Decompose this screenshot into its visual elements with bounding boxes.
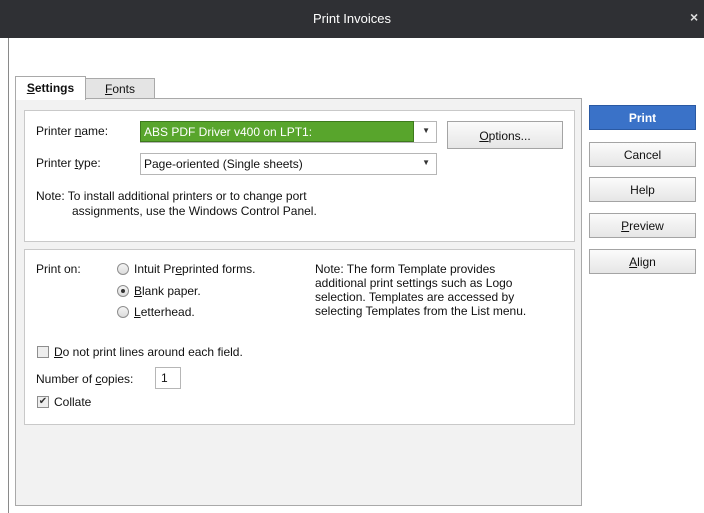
help-button[interactable]: Help	[589, 177, 696, 202]
printer-note-line1: Note: To install additional printers or …	[36, 189, 307, 203]
printer-type-label: Printer type:	[36, 156, 101, 170]
options-button[interactable]: Options...	[447, 121, 563, 149]
no-lines-label: Do not print lines around each field.	[54, 345, 243, 359]
print-on-group: Print on: Intuit Preprinted forms. Blank…	[24, 249, 575, 425]
cancel-button[interactable]: Cancel	[589, 142, 696, 167]
preview-button[interactable]: Preview	[589, 213, 696, 238]
printer-type-value: Page-oriented (Single sheets)	[144, 157, 303, 171]
radio-preprinted-label: Intuit Preprinted forms.	[134, 262, 256, 276]
align-button[interactable]: Align	[589, 249, 696, 274]
tab-fonts[interactable]: Fonts	[85, 78, 155, 99]
copies-input[interactable]: 1	[155, 367, 181, 389]
close-icon[interactable]: ×	[690, 9, 704, 25]
printer-name-select[interactable]: ABS PDF Driver v400 on LPT1: ▼	[140, 121, 437, 143]
printer-name-label: Printer name:	[36, 124, 109, 138]
radio-preprinted[interactable]	[117, 263, 129, 275]
printer-type-select[interactable]: Page-oriented (Single sheets) ▼	[140, 153, 437, 175]
settings-panel: Printer name: ABS PDF Driver v400 on LPT…	[15, 98, 582, 506]
copies-label: Number of copies:	[36, 372, 134, 386]
collate-label: Collate	[54, 395, 92, 409]
printer-note-line2: assignments, use the Windows Control Pan…	[72, 204, 317, 218]
radio-letterhead-label: Letterhead.	[134, 305, 195, 319]
chevron-down-icon: ▼	[422, 126, 430, 135]
chevron-down-icon: ▼	[422, 158, 430, 167]
print-on-label: Print on:	[36, 262, 81, 276]
radio-blank-paper-label: Blank paper.	[134, 284, 201, 298]
template-note: Note: The form Template provides additio…	[315, 262, 527, 318]
printer-name-value: ABS PDF Driver v400 on LPT1:	[140, 121, 414, 142]
collate-checkbox[interactable]: ✔	[37, 396, 49, 408]
print-button[interactable]: Print	[589, 105, 696, 130]
radio-blank-paper[interactable]	[117, 285, 129, 297]
printer-group: Printer name: ABS PDF Driver v400 on LPT…	[24, 110, 575, 242]
radio-letterhead[interactable]	[117, 306, 129, 318]
no-lines-checkbox[interactable]	[37, 346, 49, 358]
tab-settings[interactable]: Settings	[15, 76, 86, 100]
window-title: Print Invoices	[312, 11, 392, 26]
title-bar: Print Invoices ×	[0, 0, 704, 38]
